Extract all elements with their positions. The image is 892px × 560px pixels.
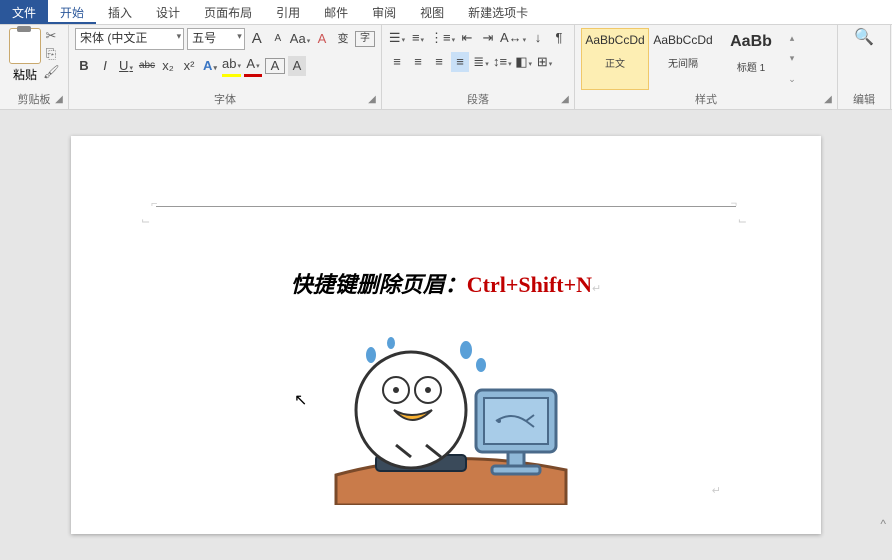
style-normal[interactable]: AaBbCcDd 正文: [581, 28, 649, 90]
doc-text-label: 快捷键删除页眉：: [291, 272, 467, 297]
underline-button[interactable]: U: [117, 56, 135, 76]
format-painter-button[interactable]: 🖌: [43, 64, 59, 80]
char-shading-button[interactable]: A: [288, 56, 306, 76]
paragraph-mark-icon: ↵: [592, 283, 601, 295]
cut-button[interactable]: ✂: [43, 28, 59, 44]
group-clipboard: 粘贴 ✂ ⎘ 🖌 剪贴板 ◢: [0, 25, 69, 109]
tab-layout[interactable]: 页面布局: [192, 0, 264, 24]
borders-button[interactable]: ⊞: [536, 52, 554, 72]
tab-mailings[interactable]: 邮件: [312, 0, 360, 24]
align-right-button[interactable]: ≡: [430, 52, 448, 72]
clipboard-icon: [9, 28, 41, 64]
group-font: 宋体 (中文正 五号 A A Aa A 变 字 B I U abc x₂ x² …: [69, 25, 382, 109]
shading-button[interactable]: ◧: [515, 52, 533, 72]
bold-button[interactable]: B: [75, 56, 93, 76]
tab-view[interactable]: 视图: [408, 0, 456, 24]
style-preview: AaBb: [718, 33, 784, 51]
sort-button[interactable]: ↓: [529, 28, 547, 48]
paste-button[interactable]: 粘贴: [9, 28, 41, 83]
font-size-select[interactable]: 五号: [187, 28, 245, 50]
styles-scroller[interactable]: ▴▾⌄: [785, 28, 799, 90]
font-color-button[interactable]: A: [244, 54, 262, 77]
group-label-clipboard: 剪贴板: [18, 91, 51, 107]
font-name-select[interactable]: 宋体 (中文正: [75, 28, 184, 50]
tab-review[interactable]: 审阅: [360, 0, 408, 24]
subscript-button[interactable]: x₂: [159, 56, 177, 76]
bullets-button[interactable]: ☰: [388, 28, 406, 48]
group-label-editing: 编辑: [853, 91, 875, 107]
char-border-button[interactable]: A: [265, 58, 285, 74]
style-preview: AaBbCcDd: [650, 33, 716, 47]
cartoon-image: [316, 315, 576, 505]
crop-mark-icon: ⌙: [738, 214, 747, 227]
tab-new[interactable]: 新建选项卡: [456, 0, 540, 24]
page[interactable]: ⌐ ¬ ⌙ ⌙ ↖ 快捷键删除页眉：Ctrl+Shift+N↵: [71, 136, 821, 534]
justify-button[interactable]: ≡: [451, 52, 469, 72]
strikethrough-button[interactable]: abc: [138, 56, 156, 76]
find-button[interactable]: 🔍: [854, 28, 874, 48]
paste-label: 粘贴: [9, 66, 41, 83]
corner-mark-icon: ⌐: [151, 198, 157, 210]
shrink-font-button[interactable]: A: [269, 29, 287, 49]
enclose-char-button[interactable]: 字: [355, 31, 375, 47]
style-name: 正文: [582, 55, 648, 70]
multilevel-button[interactable]: ⋮≡: [430, 28, 455, 48]
tab-insert[interactable]: 插入: [96, 0, 144, 24]
doc-text-shortcut: Ctrl+Shift+N: [467, 272, 592, 297]
align-center-button[interactable]: ≡: [409, 52, 427, 72]
cursor-icon: ↖: [294, 390, 307, 410]
phonetic-button[interactable]: 变: [334, 29, 352, 49]
style-heading1[interactable]: AaBb 标题 1: [717, 28, 785, 90]
style-name: 标题 1: [718, 59, 784, 74]
style-nospacing[interactable]: AaBbCcDd 无间隔: [649, 28, 717, 90]
paragraph-launcher[interactable]: ◢: [560, 95, 570, 105]
tab-home[interactable]: 开始: [48, 0, 96, 24]
align-left-button[interactable]: ≡: [388, 52, 406, 72]
text-effect-button[interactable]: A: [201, 56, 219, 76]
group-paragraph: ☰ ≡ ⋮≡ ⇤ ⇥ A↔ ↓ ¶ ≡ ≡ ≡ ≡ ≣ ↕≡ ◧ ⊞ 段落 ◢: [382, 25, 575, 109]
group-editing: 🔍 编辑: [838, 25, 891, 109]
grow-font-button[interactable]: A: [248, 29, 266, 49]
crop-mark-icon: ⌙: [141, 214, 150, 227]
numbering-button[interactable]: ≡: [409, 28, 427, 48]
corner-mark-icon: ¬: [731, 198, 737, 210]
change-case-button[interactable]: Aa: [290, 29, 310, 49]
paragraph-mark-icon: ↵: [712, 484, 721, 497]
font-launcher[interactable]: ◢: [367, 95, 377, 105]
clipboard-launcher[interactable]: ◢: [54, 95, 64, 105]
show-marks-button[interactable]: ¶: [550, 28, 568, 48]
tab-references[interactable]: 引用: [264, 0, 312, 24]
group-styles: AaBbCcDd 正文 AaBbCcDd 无间隔 AaBb 标题 1 ▴▾⌄ 样…: [575, 25, 838, 109]
group-label-paragraph: 段落: [467, 91, 489, 107]
tab-file[interactable]: 文件: [0, 0, 48, 24]
ltr-button[interactable]: A↔: [500, 28, 526, 48]
distribute-button[interactable]: ≣: [472, 52, 490, 72]
clear-format-button[interactable]: A: [313, 29, 331, 49]
copy-button[interactable]: ⎘: [43, 46, 59, 62]
style-preview: AaBbCcDd: [582, 33, 648, 47]
italic-button[interactable]: I: [96, 56, 114, 76]
style-name: 无间隔: [650, 55, 716, 70]
group-label-font: 字体: [214, 91, 236, 107]
document-area: ⌐ ¬ ⌙ ⌙ ↖ 快捷键删除页眉：Ctrl+Shift+N↵: [0, 110, 892, 560]
increase-indent-button[interactable]: ⇥: [479, 28, 497, 48]
tab-design[interactable]: 设计: [144, 0, 192, 24]
superscript-button[interactable]: x²: [180, 56, 198, 76]
collapse-ribbon-button[interactable]: ^: [880, 517, 886, 531]
line-spacing-button[interactable]: ↕≡: [493, 52, 512, 72]
styles-launcher[interactable]: ◢: [823, 95, 833, 105]
decrease-indent-button[interactable]: ⇤: [458, 28, 476, 48]
group-label-styles: 样式: [695, 91, 717, 107]
highlight-button[interactable]: ab: [222, 54, 241, 77]
